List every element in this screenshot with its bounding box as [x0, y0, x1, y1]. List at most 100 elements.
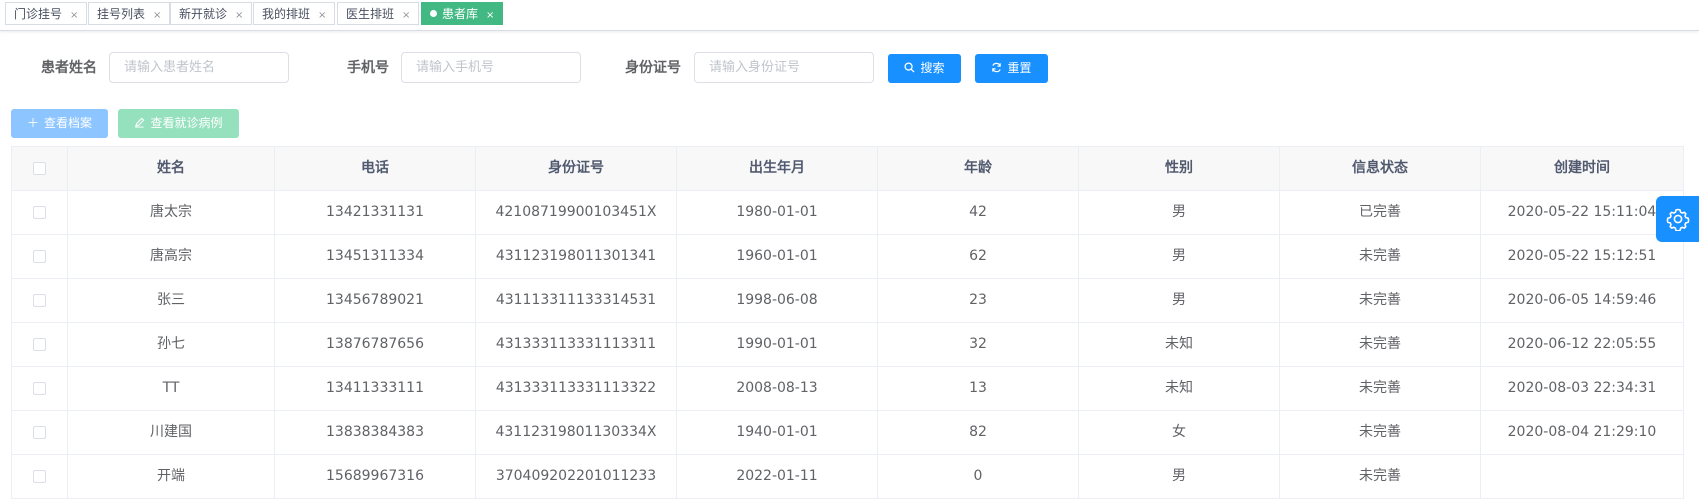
column-header-phone[interactable]: 电话: [275, 147, 476, 190]
column-header-info-status[interactable]: 信息状态: [1280, 147, 1481, 190]
cell-id-number: 42108719900103451X: [476, 191, 677, 234]
row-checkbox[interactable]: [33, 205, 46, 219]
cell-phone: 15689967316: [275, 455, 476, 498]
cell-birth-date: 1980-01-01: [677, 191, 878, 234]
row-checkbox[interactable]: [33, 381, 46, 395]
cell-gender: 男: [1079, 191, 1280, 234]
cell-gender: 男: [1079, 455, 1280, 498]
select-all-cell: [12, 147, 68, 190]
table-body: 唐太宗 13421331131 42108719900103451X 1980-01-…: [12, 191, 1683, 499]
row-checkbox[interactable]: [33, 249, 46, 263]
cell-name: 开端: [68, 455, 275, 498]
table-row[interactable]: TT 13411333111 431333113331113322 2008-08-1…: [12, 367, 1683, 411]
view-case-button[interactable]: 查看就诊病例: [118, 109, 239, 138]
cell-info-status: 未完善: [1280, 455, 1481, 498]
column-header-age[interactable]: 年龄: [878, 147, 1079, 190]
table-row[interactable]: 张三 13456789021 431113311133314531 1998-06-0…: [12, 279, 1683, 323]
row-checkbox[interactable]: [33, 293, 46, 307]
table-row[interactable]: 川建国 13838384383 43112319801130334X 1940-01-…: [12, 411, 1683, 455]
tag-outpatient-registration[interactable]: 门诊挂号 ×: [5, 2, 88, 25]
row-checkbox[interactable]: [33, 469, 46, 483]
close-icon[interactable]: ×: [235, 10, 243, 21]
reset-button-label: 重置: [1007, 61, 1032, 75]
tags-view-bar: 门诊挂号 × 挂号列表 × 新开就诊 × 我的排班 × 医生排班 × 患者库 ×: [0, 0, 1699, 31]
cell-info-status: 未完善: [1280, 235, 1481, 278]
cell-phone: 13421331131: [275, 191, 476, 234]
search-icon: [904, 62, 916, 73]
cell-id-number: 43112319801130334X: [476, 411, 677, 454]
cell-created-time: 2020-08-04 21:29:10: [1507, 424, 1657, 440]
tag-label: 门诊挂号: [14, 7, 63, 21]
cell-info-status: 未完善: [1280, 367, 1481, 410]
column-header-birth-date[interactable]: 出生年月: [677, 147, 878, 190]
search-button[interactable]: 搜索: [888, 54, 961, 83]
close-icon[interactable]: ×: [486, 10, 494, 21]
select-all-checkbox[interactable]: [33, 161, 46, 175]
tag-patient-library[interactable]: 患者库 ×: [421, 2, 504, 25]
cell-info-status: 未完善: [1280, 279, 1481, 322]
tag-label: 新开就诊: [179, 7, 228, 21]
row-select-cell: [12, 367, 68, 410]
cell-age: 23: [878, 279, 1079, 322]
cell-phone: 13451311334: [275, 235, 476, 278]
phone-input[interactable]: [401, 52, 581, 83]
table-row[interactable]: 开端 15689967316 370409202201011233 2022-01-1…: [12, 455, 1683, 499]
tag-new-visit[interactable]: 新开就诊 ×: [170, 2, 253, 25]
cell-name: 唐高宗: [68, 235, 275, 278]
cell-id-number: 431333113331113322: [476, 367, 677, 410]
table-header: 姓名 电话 身份证号 出生年月 年龄 性别 信息状态 创建时间: [12, 147, 1683, 191]
cell-id-number: 370409202201011233: [476, 455, 677, 498]
cell-created-time: 2020-08-03 22:34:31: [1507, 380, 1657, 396]
close-icon[interactable]: ×: [402, 10, 410, 21]
cell-phone: 13411333111: [275, 367, 476, 410]
cell-id-number: 431123198011301341: [476, 235, 677, 278]
close-icon[interactable]: ×: [70, 10, 78, 21]
tag-doctor-schedule[interactable]: 医生排班 ×: [337, 2, 420, 25]
cell-name: 川建国: [68, 411, 275, 454]
table-row[interactable]: 唐太宗 13421331131 42108719900103451X 1980-01-…: [12, 191, 1683, 235]
row-select-cell: [12, 191, 68, 234]
cell-age: 32: [878, 323, 1079, 366]
id-number-input[interactable]: [694, 52, 874, 83]
table-row[interactable]: 孙七 13876787656 431333113331113311 1990-01-0…: [12, 323, 1683, 367]
cell-birth-date: 1940-01-01: [677, 411, 878, 454]
patient-name-input[interactable]: [109, 52, 289, 83]
search-button-label: 搜索: [920, 61, 945, 75]
cell-age: 62: [878, 235, 1079, 278]
refresh-icon: [992, 62, 1002, 73]
close-icon[interactable]: ×: [318, 10, 326, 21]
cell-name: 孙七: [68, 323, 275, 366]
cell-name: 唐太宗: [68, 191, 275, 234]
column-header-gender[interactable]: 性别: [1079, 147, 1280, 190]
cell-created-time: [1481, 455, 1683, 498]
cell-gender: 男: [1079, 279, 1280, 322]
patient-table: 姓名 电话 身份证号 出生年月 年龄 性别 信息状态 创建时间 唐太宗 13421…: [11, 146, 1684, 499]
row-select-cell: [12, 235, 68, 278]
cell-birth-date: 1998-06-08: [677, 279, 878, 322]
row-select-cell: [12, 411, 68, 454]
cell-name: 张三: [68, 279, 275, 322]
cell-birth-date: 1960-01-01: [677, 235, 878, 278]
view-record-button[interactable]: ＋ 查看档案: [11, 109, 108, 138]
column-header-id-number[interactable]: 身份证号: [476, 147, 677, 190]
row-checkbox[interactable]: [33, 337, 46, 351]
reset-button[interactable]: 重置: [975, 54, 1048, 83]
cell-info-status: 未完善: [1280, 323, 1481, 366]
row-checkbox[interactable]: [33, 425, 46, 439]
cell-birth-date: 2022-01-11: [677, 455, 878, 498]
tag-registration-list[interactable]: 挂号列表 ×: [88, 2, 171, 25]
row-select-cell: [12, 323, 68, 366]
cell-id-number: 431113311133314531: [476, 279, 677, 322]
cell-created-time: 2020-06-12 22:05:55: [1507, 336, 1657, 352]
tag-my-schedule[interactable]: 我的排班 ×: [253, 2, 336, 25]
column-header-name[interactable]: 姓名: [68, 147, 275, 190]
table-row[interactable]: 唐高宗 13451311334 431123198011301341 1960-01-…: [12, 235, 1683, 279]
tag-label: 医生排班: [346, 7, 395, 21]
cell-age: 82: [878, 411, 1079, 454]
cell-id-number: 431333113331113311: [476, 323, 677, 366]
id-number-label: 身份证号: [625, 60, 681, 76]
close-icon[interactable]: ×: [153, 10, 161, 21]
settings-button[interactable]: [1656, 196, 1699, 242]
column-header-created-time[interactable]: 创建时间: [1481, 147, 1683, 190]
cell-birth-date: 1990-01-01: [677, 323, 878, 366]
